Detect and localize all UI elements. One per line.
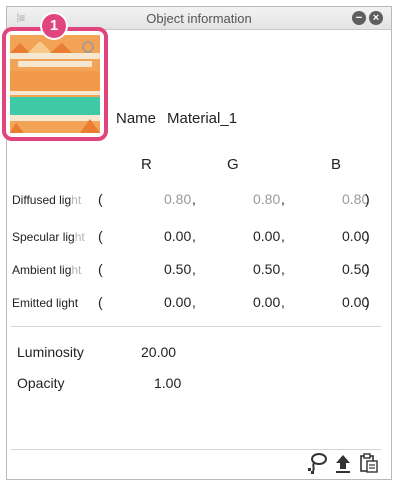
section-divider: [11, 326, 381, 327]
diffused-light-r-value[interactable]: 0.80: [164, 191, 191, 207]
ambient-light-open-paren: (: [98, 261, 103, 277]
emitted-light-g-value[interactable]: 0.00: [253, 294, 280, 310]
material-preview-graphic: [10, 35, 100, 133]
emitted-light-open-paren: (: [98, 294, 103, 310]
lasso-icon[interactable]: [306, 452, 328, 479]
material-thumbnail[interactable]: [2, 27, 108, 141]
emitted-light-r-value[interactable]: 0.00: [164, 294, 191, 310]
specular-light-open-paren: (: [98, 228, 103, 244]
upload-icon[interactable]: [334, 452, 352, 479]
diffused-light-label-text: Diffused lig: [12, 193, 72, 207]
specular-light-g-value[interactable]: 0.00: [253, 228, 280, 244]
diffused-light-label-suffix: ht: [71, 193, 82, 207]
emitted-light-comma-1: ,: [192, 294, 196, 310]
emitted-light-comma-2: ,: [281, 294, 285, 310]
ambient-light-label-text: Ambient lig: [12, 263, 72, 277]
name-label: Name: [116, 110, 157, 127]
opacity-value[interactable]: 1.00: [154, 375, 181, 391]
luminosity-label: Luminosity: [17, 344, 84, 360]
ambient-light-label: Ambient light: [12, 263, 81, 277]
close-icon[interactable]: ×: [369, 11, 383, 25]
name-value: Material_1: [167, 110, 238, 127]
ambient-light-label-suffix: ht: [71, 263, 82, 277]
diffused-light-label: Diffused light: [12, 193, 81, 207]
diffused-light-comma-1: ,: [192, 191, 196, 207]
emitted-light-close-paren: ): [365, 294, 370, 310]
specular-light-comma-1: ,: [192, 228, 196, 244]
minimize-icon[interactable]: −: [352, 11, 366, 25]
diffused-light-open-paren: (: [98, 191, 103, 207]
specular-light-label-suffix: ht: [74, 230, 85, 244]
specular-light-close-paren: ): [365, 228, 370, 244]
diffused-light-comma-2: ,: [281, 191, 285, 207]
ambient-light-comma-1: ,: [192, 261, 196, 277]
specular-light-comma-2: ,: [281, 228, 285, 244]
diffused-light-close-paren: ): [365, 191, 370, 207]
footer-divider: [11, 449, 381, 450]
specular-light-label: Specular light: [12, 230, 85, 244]
ambient-light-comma-2: ,: [281, 261, 285, 277]
column-header-b: B: [331, 156, 342, 173]
clipboard-icon[interactable]: [358, 452, 380, 479]
column-header-g: G: [227, 156, 239, 173]
column-header-r: R: [141, 156, 152, 173]
specular-light-r-value[interactable]: 0.00: [164, 228, 191, 244]
opacity-label: Opacity: [17, 375, 65, 391]
luminosity-value[interactable]: 20.00: [141, 344, 176, 360]
diffused-light-g-value[interactable]: 0.80: [253, 191, 280, 207]
specular-light-label-text: Specular lig: [12, 230, 75, 244]
material-preview-image: [10, 35, 100, 133]
ambient-light-g-value[interactable]: 0.50: [253, 261, 280, 277]
emitted-light-label-text: Emitted light: [12, 296, 79, 310]
ambient-light-r-value[interactable]: 0.50: [164, 261, 191, 277]
callout-badge: 1: [42, 14, 66, 38]
ambient-light-close-paren: ): [365, 261, 370, 277]
emitted-light-label: Emitted light: [12, 296, 78, 310]
